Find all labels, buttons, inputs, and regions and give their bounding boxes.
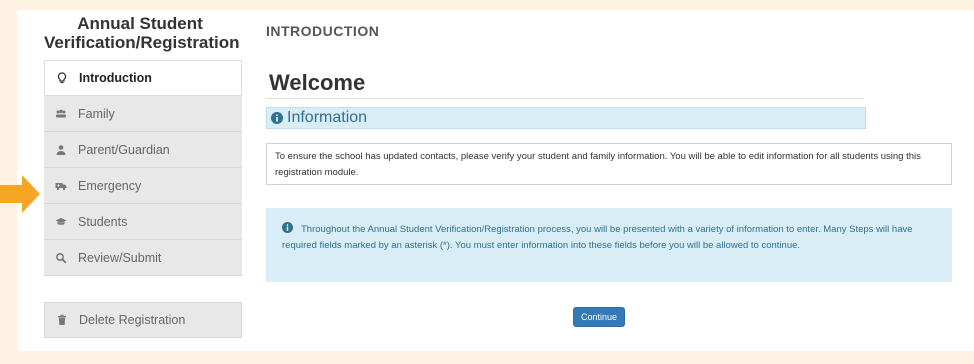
title-divider xyxy=(266,98,864,99)
trash-icon xyxy=(55,313,69,327)
page-title: Welcome xyxy=(269,70,366,95)
sidebar-item-label: Students xyxy=(78,214,128,229)
sidebar-item-review-submit[interactable]: Review/Submit xyxy=(44,240,242,276)
sidebar-item-label: Review/Submit xyxy=(78,250,162,265)
arrow-pointer-icon xyxy=(0,175,40,213)
sidebar-item-introduction[interactable]: Introduction xyxy=(44,60,242,96)
sidebar-item-emergency[interactable]: Emergency xyxy=(44,168,242,204)
sidebar-item-label: Emergency xyxy=(78,178,142,193)
search-icon xyxy=(54,251,68,265)
sidebar-title: Annual Student Verification/Registration xyxy=(44,14,240,52)
sidebar-item-family[interactable]: Family xyxy=(44,96,242,132)
sidebar-item-parent-guardian[interactable]: Parent/Guardian xyxy=(44,132,242,168)
sidebar-item-label: Family xyxy=(78,106,115,121)
sidebar-item-label: Parent/Guardian xyxy=(78,142,170,157)
info-circle-icon xyxy=(282,222,293,233)
information-title: Information xyxy=(287,109,368,126)
graduation-cap-icon xyxy=(54,215,68,229)
sidebar-item-label: Introduction xyxy=(79,71,152,85)
user-icon xyxy=(54,143,68,157)
users-icon xyxy=(54,107,68,121)
info-circle-icon xyxy=(271,112,283,124)
sidebar-item-students[interactable]: Students xyxy=(44,204,242,240)
lightbulb-icon xyxy=(55,71,69,85)
notice-text: Throughout the Annual Student Verificati… xyxy=(282,224,913,251)
information-text: To ensure the school has updated contact… xyxy=(266,143,952,185)
information-header: Information xyxy=(266,107,866,129)
delete-registration-label: Delete Registration xyxy=(79,313,186,327)
instructions-notice: Throughout the Annual Student Verificati… xyxy=(266,208,952,282)
ambulance-icon xyxy=(54,179,68,193)
sidebar-nav: Introduction Family Parent/Guardian Emer… xyxy=(44,60,242,276)
delete-registration-button[interactable]: Delete Registration xyxy=(44,302,242,338)
section-title: INTRODUCTION xyxy=(266,23,380,39)
continue-button[interactable]: Continue xyxy=(573,307,626,327)
